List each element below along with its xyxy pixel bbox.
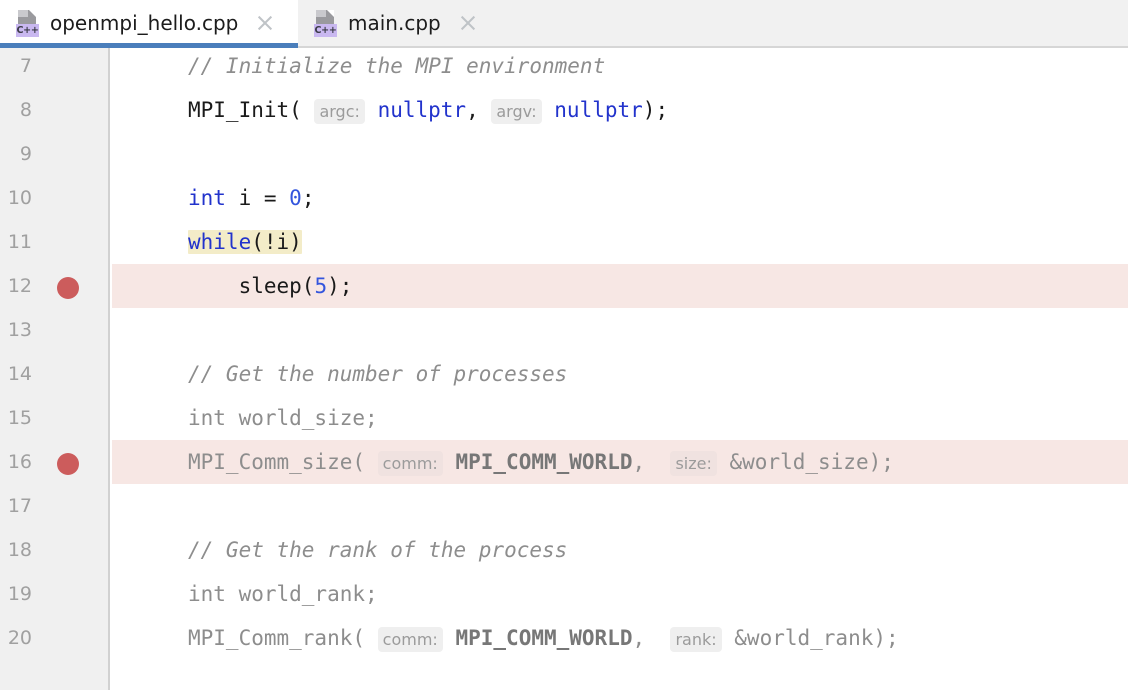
code-token: 5 <box>314 274 327 298</box>
code-token <box>365 98 378 122</box>
line-number: 12 <box>0 264 32 308</box>
code-text: int world_size; <box>188 396 378 440</box>
code-token: &world_size); <box>730 450 894 474</box>
code-text: // Get the rank of the process <box>188 528 567 572</box>
code-token: MPI_Init( <box>188 98 302 122</box>
code-token: while <box>188 230 251 254</box>
line-number: 17 <box>0 484 32 528</box>
line-number: 16 <box>0 440 32 484</box>
breakpoint-marker[interactable] <box>57 453 79 475</box>
cpp-language-badge: C++ <box>314 24 337 37</box>
line-number: 13 <box>0 308 32 352</box>
code-token: ; <box>302 186 315 210</box>
code-token: int <box>188 186 226 210</box>
line-number: 15 <box>0 396 32 440</box>
parameter-hint: argv: <box>491 99 541 124</box>
code-text: int i = 0; <box>188 176 314 220</box>
breakpoint-marker[interactable] <box>57 277 79 299</box>
line-number: 10 <box>0 176 32 220</box>
code-line[interactable]: 14 // Get the number of processes <box>0 352 1128 396</box>
code-token: int world_rank; <box>188 582 378 606</box>
code-text: MPI_Comm_size( comm: MPI_COMM_WORLD, siz… <box>188 440 894 484</box>
cpp-file-icon: C++ <box>314 10 337 37</box>
code-token: // Get the number of processes <box>188 362 567 386</box>
code-token: i = <box>226 186 289 210</box>
code-text: sleep(5); <box>188 264 352 308</box>
parameter-hint: comm: <box>378 627 443 652</box>
code-token <box>717 450 730 474</box>
code-text: MPI_Comm_rank( comm: MPI_COMM_WORLD, ran… <box>188 616 899 660</box>
code-text: MPI_Init( argc: nullptr, argv: nullptr); <box>188 88 668 132</box>
code-token: nullptr <box>378 98 467 122</box>
code-line[interactable]: 18 // Get the rank of the process <box>0 528 1128 572</box>
code-line[interactable]: 17 <box>0 484 1128 528</box>
code-token: MPI_COMM_WORLD <box>455 450 632 474</box>
cpp-file-icon: C++ <box>16 10 39 37</box>
code-line[interactable]: 19 int world_rank; <box>0 572 1128 616</box>
code-token <box>365 450 378 474</box>
line-number: 9 <box>0 132 32 176</box>
code-token: int world_size; <box>188 406 378 430</box>
code-token: MPI_Comm_rank( <box>188 626 365 650</box>
code-token: MPI_COMM_WORLD <box>455 626 632 650</box>
code-token: , <box>633 450 671 474</box>
code-line[interactable]: 16 MPI_Comm_size( comm: MPI_COMM_WORLD, s… <box>0 440 1128 484</box>
tab-label: main.cpp <box>348 11 441 35</box>
line-number: 8 <box>0 88 32 132</box>
code-token: nullptr <box>554 98 643 122</box>
line-number: 18 <box>0 528 32 572</box>
code-token: ); <box>327 274 352 298</box>
line-number: 11 <box>0 220 32 264</box>
code-text: // Get the number of processes <box>188 352 567 396</box>
code-line[interactable]: 8 MPI_Init( argc: nullptr, argv: nullptr)… <box>0 88 1128 132</box>
close-icon[interactable] <box>252 10 278 36</box>
line-number: 7 <box>0 48 32 88</box>
line-number: 14 <box>0 352 32 396</box>
code-line[interactable]: 11 while(!i) <box>0 220 1128 264</box>
code-line[interactable]: 10 int i = 0; <box>0 176 1128 220</box>
close-icon[interactable] <box>455 10 481 36</box>
code-line[interactable]: 13 <box>0 308 1128 352</box>
cpp-language-badge: C++ <box>16 24 39 37</box>
tab-label: openmpi_hello.cpp <box>50 11 238 35</box>
parameter-hint: comm: <box>378 451 443 476</box>
line-number: 20 <box>0 616 32 660</box>
code-line[interactable]: 12 sleep(5); <box>0 264 1128 308</box>
code-token <box>443 450 456 474</box>
code-line[interactable]: 7 // Initialize the MPI environment <box>0 48 1128 88</box>
code-token <box>443 626 456 650</box>
code-token <box>722 626 735 650</box>
code-token: // Get the rank of the process <box>188 538 567 562</box>
code-line[interactable]: 20 MPI_Comm_rank( comm: MPI_COMM_WORLD, r… <box>0 616 1128 660</box>
editor-tab-bar: C++ openmpi_hello.cpp C++ main.cpp <box>0 0 1128 48</box>
parameter-hint: rank: <box>670 627 721 652</box>
code-token: (!i) <box>251 230 302 254</box>
code-token <box>365 626 378 650</box>
line-number: 19 <box>0 572 32 616</box>
code-text: // Initialize the MPI environment <box>188 48 605 88</box>
code-token: , <box>633 626 671 650</box>
code-token <box>542 98 555 122</box>
code-line[interactable]: 9 <box>0 132 1128 176</box>
code-token: // Initialize the MPI environment <box>188 54 605 78</box>
code-text: int world_rank; <box>188 572 378 616</box>
code-token: , <box>466 98 491 122</box>
parameter-hint: size: <box>670 451 716 476</box>
code-line[interactable]: 15 int world_size; <box>0 396 1128 440</box>
code-editor[interactable]: 7 // Initialize the MPI environment 8 MPI_I… <box>0 48 1128 690</box>
editor-tab-openmpi_hello-cpp[interactable]: C++ openmpi_hello.cpp <box>0 0 298 46</box>
code-token: &world_rank); <box>734 626 898 650</box>
editor-tab-main-cpp[interactable]: C++ main.cpp <box>298 0 492 46</box>
code-token: sleep( <box>188 274 314 298</box>
code-token: MPI_Comm_size( <box>188 450 365 474</box>
code-token: 0 <box>289 186 302 210</box>
parameter-hint: argc: <box>314 99 364 124</box>
code-token: ); <box>643 98 668 122</box>
code-token <box>302 98 315 122</box>
code-text: while(!i) <box>188 220 302 264</box>
